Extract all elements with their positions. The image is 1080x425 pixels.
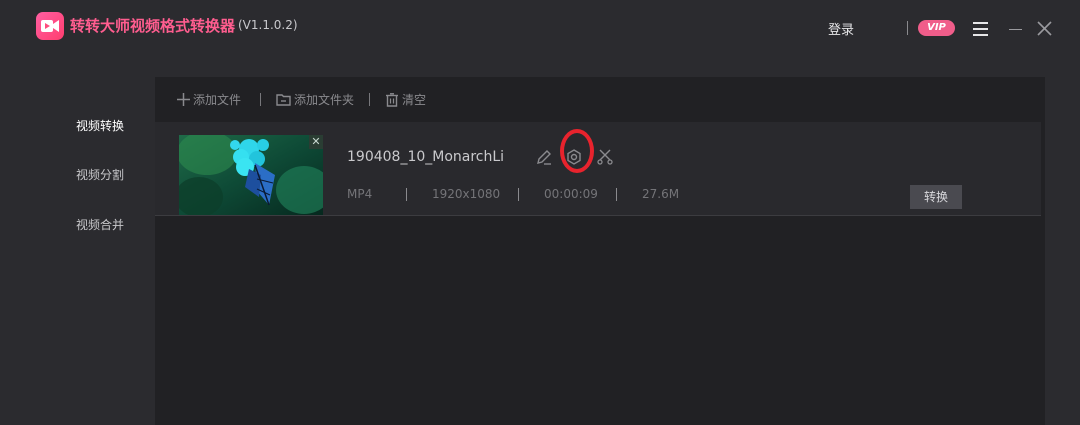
- highlight-annotation: [560, 129, 594, 173]
- meta-divider: [518, 188, 519, 201]
- meta-divider: [616, 188, 617, 201]
- main-panel: 添加文件 添加文件夹 清空 ✕ 190408_10_MonarchLife MP…: [155, 77, 1045, 425]
- clear-button[interactable]: 清空: [385, 91, 426, 108]
- login-link[interactable]: 登录: [828, 19, 854, 38]
- file-format: MP4: [347, 187, 373, 201]
- file-name: 190408_10_MonarchLife: [347, 149, 503, 165]
- minimize-icon[interactable]: [1009, 29, 1022, 30]
- toolbar-divider: [260, 93, 261, 106]
- toolbar: 添加文件 添加文件夹 清空: [155, 77, 1045, 121]
- video-thumbnail: ✕: [179, 135, 323, 215]
- sidebar-item-video-merge[interactable]: 视频合并: [76, 216, 124, 233]
- vip-badge[interactable]: VIP: [918, 20, 955, 36]
- app-version: (V1.1.0.2): [238, 18, 298, 32]
- remove-file-button[interactable]: ✕: [309, 135, 323, 149]
- add-file-button[interactable]: 添加文件: [177, 91, 241, 108]
- menu-icon[interactable]: [973, 22, 988, 36]
- folder-icon: [276, 94, 291, 106]
- add-folder-button[interactable]: 添加文件夹: [276, 91, 354, 108]
- file-resolution: 1920x1080: [432, 187, 501, 201]
- add-file-label: 添加文件: [193, 93, 242, 107]
- plus-icon: [177, 93, 190, 106]
- file-duration: 00:00:09: [544, 187, 598, 201]
- toolbar-divider: [369, 93, 370, 106]
- close-icon[interactable]: [1037, 21, 1052, 36]
- sidebar-item-video-split[interactable]: 视频分割: [76, 166, 124, 183]
- app-logo-icon: [36, 12, 64, 40]
- file-size: 27.6M: [642, 187, 680, 201]
- file-list-item: ✕ 190408_10_MonarchLife MP4 1920x1080 00…: [155, 122, 1041, 216]
- trash-icon: [386, 92, 398, 107]
- cut-icon[interactable]: [597, 148, 614, 165]
- edit-icon[interactable]: [535, 148, 553, 166]
- sidebar-item-video-convert[interactable]: 视频转换: [76, 117, 124, 134]
- add-folder-label: 添加文件夹: [294, 93, 355, 107]
- app-title: 转转大师视频格式转换器: [70, 17, 236, 35]
- title-bar: 转转大师视频格式转换器 (V1.1.0.2) 登录 VIP: [0, 0, 1080, 56]
- title-divider: [907, 21, 908, 35]
- meta-divider: [406, 188, 407, 201]
- convert-button[interactable]: 转换: [910, 185, 962, 209]
- clear-label: 清空: [402, 93, 427, 107]
